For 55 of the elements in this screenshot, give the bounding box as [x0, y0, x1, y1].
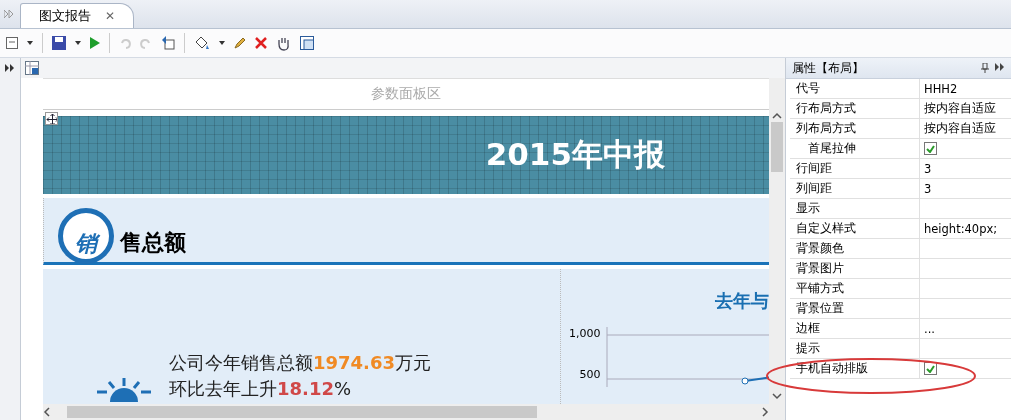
section-title: 售总额 — [120, 229, 186, 257]
panel-title: 属性【布局】 — [792, 59, 864, 77]
property-value[interactable]: 按内容自适应 — [924, 101, 996, 116]
scroll-right-icon[interactable] — [761, 407, 769, 417]
property-value[interactable]: height:40px; — [924, 221, 998, 236]
property-value[interactable]: 3 — [924, 181, 932, 196]
dropdown-caret-icon[interactable] — [219, 41, 225, 45]
table-lock-icon[interactable] — [25, 61, 39, 75]
property-name: 背景颜色 — [790, 239, 920, 258]
save-icon[interactable] — [52, 36, 66, 50]
property-value[interactable]: HHH2 — [924, 81, 958, 96]
close-button[interactable]: ✕ — [105, 9, 116, 23]
paint-bucket-icon[interactable] — [194, 36, 210, 50]
axis-tick-label: 500 — [578, 368, 601, 381]
property-name: 平铺方式 — [790, 279, 920, 298]
delete-icon[interactable] — [255, 37, 267, 49]
expand-panel-icon[interactable] — [5, 64, 15, 72]
property-value[interactable]: 3 — [924, 161, 932, 176]
property-value[interactable]: 按内容自适应 — [924, 121, 996, 136]
pin-icon[interactable] — [981, 63, 989, 73]
scroll-left-icon[interactable] — [43, 407, 51, 417]
move-handle-icon[interactable] — [45, 112, 58, 125]
property-name: 提示 — [790, 339, 920, 358]
window-icon[interactable] — [300, 36, 314, 50]
pencil-icon[interactable] — [234, 37, 246, 49]
property-name: 背景图片 — [790, 259, 920, 278]
scroll-up-icon[interactable] — [772, 112, 782, 120]
dropdown-caret-icon[interactable] — [27, 41, 33, 45]
banner-title: 2015年中报 — [485, 135, 665, 174]
sales-summary: 公司今年销售总额1974.63万元 环比去年上升18.12% — [169, 351, 431, 401]
property-name: 列布局方式 — [790, 119, 920, 138]
scrollbar-thumb[interactable] — [771, 122, 783, 172]
property-name: 列间距 — [790, 179, 920, 198]
section-badge: 销 — [58, 208, 114, 264]
checkbox[interactable] — [924, 142, 937, 155]
collapse-icon[interactable] — [995, 63, 1005, 71]
play-icon[interactable] — [90, 37, 100, 49]
import-icon[interactable] — [161, 36, 175, 50]
scroll-down-icon[interactable] — [772, 392, 782, 400]
dropdown-caret-icon[interactable] — [75, 41, 81, 45]
property-name: 显示 — [790, 199, 920, 218]
tab[interactable]: 图文报告 ✕ — [20, 3, 135, 28]
layout-icon[interactable] — [6, 37, 18, 49]
parameter-panel-label: 参数面板区 — [43, 78, 769, 110]
axis-tick-label: 1,000 — [569, 327, 601, 340]
property-name: 行间距 — [790, 159, 920, 178]
scrollbar-thumb[interactable] — [67, 406, 537, 418]
chart-title: 去年与 — [715, 289, 769, 313]
property-name: 背景位置 — [790, 299, 920, 318]
property-name: 行布局方式 — [790, 99, 920, 118]
property-name: 首尾拉伸 — [790, 139, 920, 158]
property-name: 自定义样式 — [790, 219, 920, 238]
property-name: 代号 — [790, 79, 920, 98]
property-name: 边框 — [790, 319, 920, 338]
property-value[interactable]: ... — [924, 321, 935, 336]
